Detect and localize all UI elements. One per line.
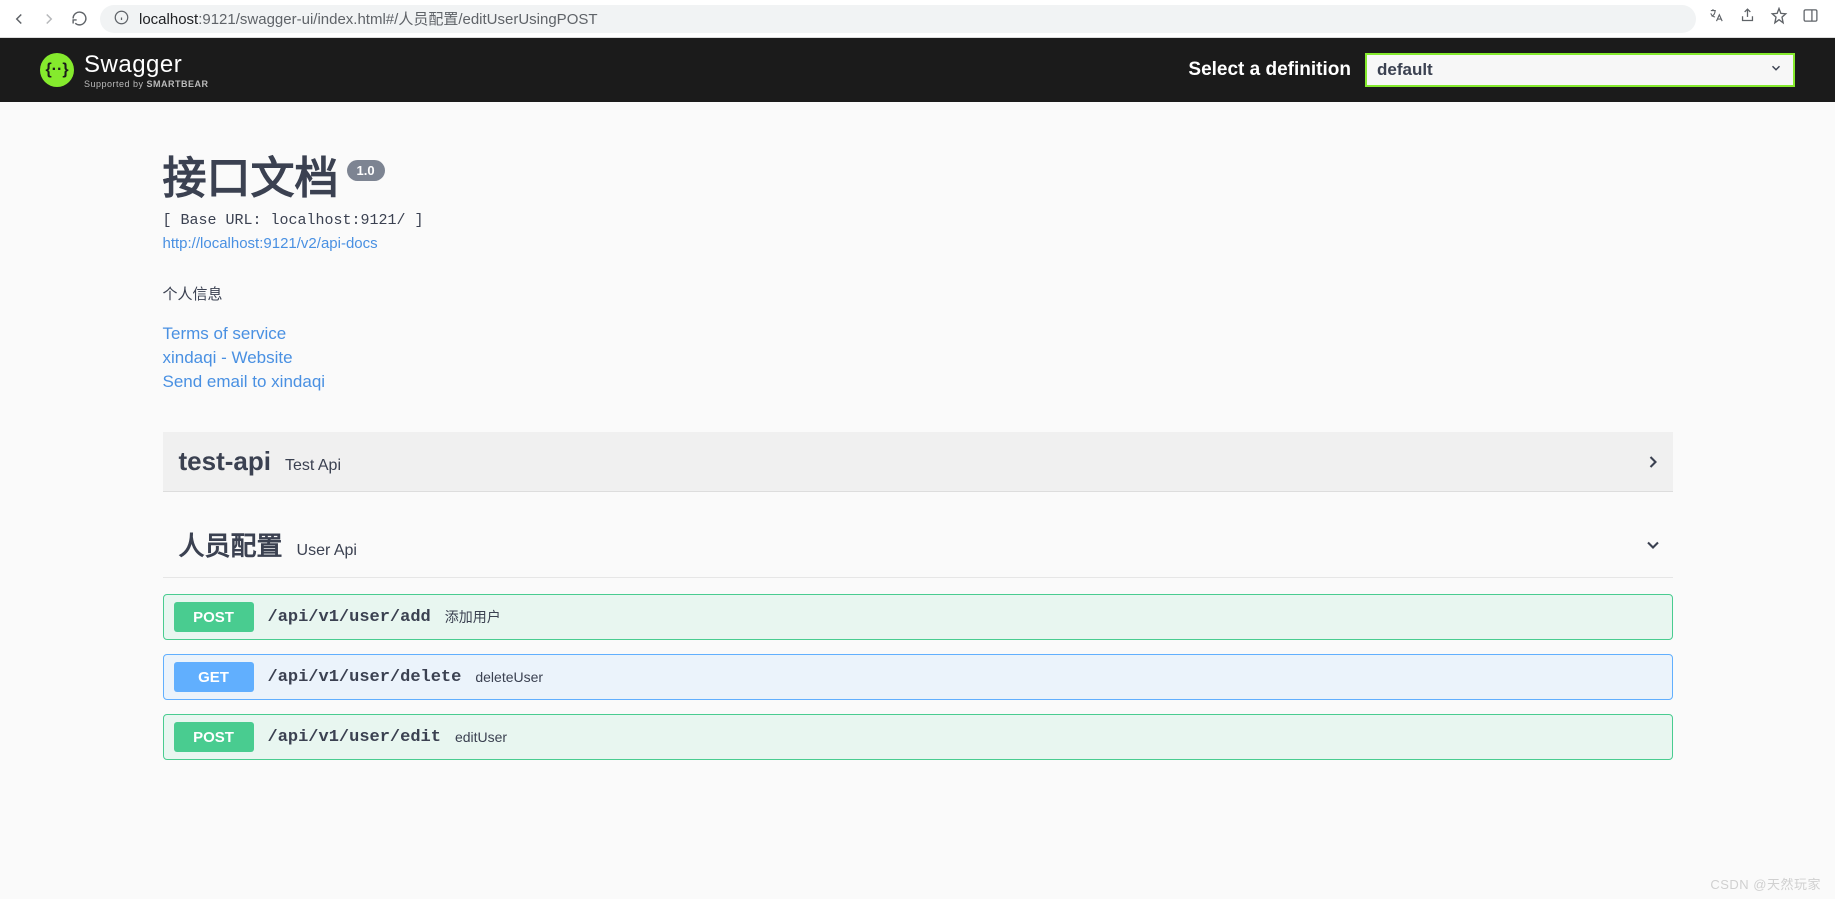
site-info-icon[interactable] [114, 10, 129, 28]
brand-sub: Supported by SMARTBEAR [84, 79, 209, 89]
contact-email-link[interactable]: Send email to xindaqi [163, 372, 1673, 392]
operation-path: /api/v1/user/delete [268, 668, 462, 687]
chevron-right-icon [1643, 452, 1663, 472]
operation-summary: editUser [455, 729, 507, 745]
section-desc: Test Api [285, 457, 341, 475]
browser-actions [1708, 7, 1819, 30]
url-text: localhost:9121/swagger-ui/index.html#/人员… [139, 8, 598, 29]
section-user-api[interactable]: 人员配置 User Api [163, 512, 1673, 578]
forward-button[interactable] [40, 10, 58, 28]
side-panel-icon[interactable] [1802, 7, 1819, 30]
api-version-badge: 1.0 [347, 160, 385, 181]
contact-website-link[interactable]: xindaqi - Website [163, 348, 1673, 368]
swagger-logo[interactable]: {··} Swagger Supported by SMARTBEAR [40, 51, 209, 89]
share-icon[interactable] [1739, 7, 1756, 30]
http-method-badge: GET [174, 662, 254, 692]
brand-name: Swagger [84, 51, 209, 79]
definition-dropdown[interactable]: default [1365, 53, 1795, 87]
section-desc: User Api [297, 542, 357, 560]
translate-icon[interactable] [1708, 7, 1725, 30]
reload-button[interactable] [70, 10, 88, 28]
operation-path: /api/v1/user/edit [268, 728, 441, 747]
terms-of-service-link[interactable]: Terms of service [163, 324, 1673, 344]
definition-value: default [1377, 60, 1433, 80]
operation-summary: deleteUser [475, 669, 543, 685]
api-docs-link[interactable]: http://localhost:9121/v2/api-docs [163, 235, 378, 252]
operation-edit-user[interactable]: POST /api/v1/user/edit editUser [163, 714, 1673, 760]
base-url: [ Base URL: localhost:9121/ ] [163, 212, 1673, 229]
chevron-down-icon [1643, 535, 1663, 555]
operation-path: /api/v1/user/add [268, 608, 431, 627]
definition-label: Select a definition [1188, 59, 1351, 81]
http-method-badge: POST [174, 602, 254, 632]
http-method-badge: POST [174, 722, 254, 752]
back-button[interactable] [10, 10, 28, 28]
section-tag: test-api [179, 446, 271, 477]
swagger-logo-icon: {··} [40, 53, 74, 87]
operation-add-user[interactable]: POST /api/v1/user/add 添加用户 [163, 594, 1673, 640]
browser-toolbar: localhost:9121/swagger-ui/index.html#/人员… [0, 0, 1835, 38]
chevron-down-icon [1769, 60, 1783, 80]
definition-selector: Select a definition default [1188, 53, 1795, 87]
section-tag: 人员配置 [179, 526, 283, 563]
section-test-api[interactable]: test-api Test Api [163, 432, 1673, 492]
operation-delete-user[interactable]: GET /api/v1/user/delete deleteUser [163, 654, 1673, 700]
bookmark-icon[interactable] [1770, 7, 1788, 30]
address-bar[interactable]: localhost:9121/swagger-ui/index.html#/人员… [100, 5, 1696, 33]
api-title: 接口文档 [163, 142, 339, 206]
watermark: CSDN @天然玩家 [1710, 874, 1821, 893]
swagger-topbar: {··} Swagger Supported by SMARTBEAR Sele… [0, 38, 1835, 102]
operation-summary: 添加用户 [445, 607, 501, 627]
api-description: 个人信息 [163, 283, 1673, 304]
